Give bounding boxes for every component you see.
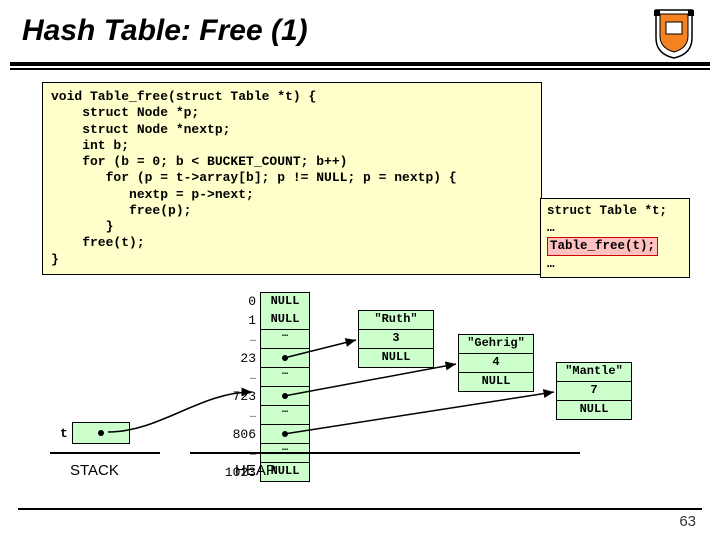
array-index: 0 [222, 294, 260, 309]
node-next: NULL [359, 349, 433, 367]
stack-label: STACK [70, 462, 119, 479]
heap-underline [190, 452, 580, 454]
node-key: "Ruth" [359, 311, 433, 330]
caller-line: … [547, 256, 683, 273]
array-cell [260, 425, 310, 444]
crest-logo [652, 8, 696, 60]
node-key: "Mantle" [557, 363, 631, 382]
caller-line: struct Table *t; [547, 203, 683, 220]
array-cell [260, 387, 310, 406]
caller-code: struct Table *t; … Table_free(t); … [540, 198, 690, 278]
heap-label: HEAP [235, 462, 276, 479]
caller-line: … [547, 220, 683, 237]
array-index: 806 [222, 427, 260, 442]
stack-var-t: t [60, 422, 130, 444]
ellipsis: … [222, 335, 260, 345]
array-cell [260, 349, 310, 368]
array-cell: … [260, 406, 310, 425]
node-next: NULL [557, 401, 631, 419]
code-listing: void Table_free(struct Table *t) { struc… [42, 82, 542, 275]
array-cell: NULL [260, 292, 310, 312]
memory-diagram: t 0 NULL 1 NULL … … 23 … … [60, 292, 690, 492]
array-cell: … [260, 368, 310, 387]
footer-divider [18, 508, 702, 510]
array-index: 723 [222, 389, 260, 404]
pointer-box [72, 422, 130, 444]
ellipsis: … [222, 411, 260, 421]
array-cell: NULL [260, 311, 310, 330]
stack-underline [50, 452, 160, 454]
node-key: "Gehrig" [459, 335, 533, 354]
node-val: 3 [359, 330, 433, 349]
array-cell: … [260, 330, 310, 349]
node-val: 4 [459, 354, 533, 373]
ellipsis: … [222, 373, 260, 383]
divider-thin [10, 68, 710, 70]
divider [10, 62, 710, 66]
node-gehrig: "Gehrig" 4 NULL [458, 334, 534, 392]
node-val: 7 [557, 382, 631, 401]
node-next: NULL [459, 373, 533, 391]
array-index: 1 [222, 313, 260, 328]
node-mantle: "Mantle" 7 NULL [556, 362, 632, 420]
var-label: t [60, 426, 68, 441]
page-title: Hash Table: Free (1) [0, 0, 720, 54]
array-index: 23 [222, 351, 260, 366]
node-ruth: "Ruth" 3 NULL [358, 310, 434, 368]
slide: Hash Table: Free (1) void Table_free(str… [0, 0, 720, 540]
page-number: 63 [679, 513, 696, 530]
highlighted-line: Table_free(t); [547, 237, 658, 256]
